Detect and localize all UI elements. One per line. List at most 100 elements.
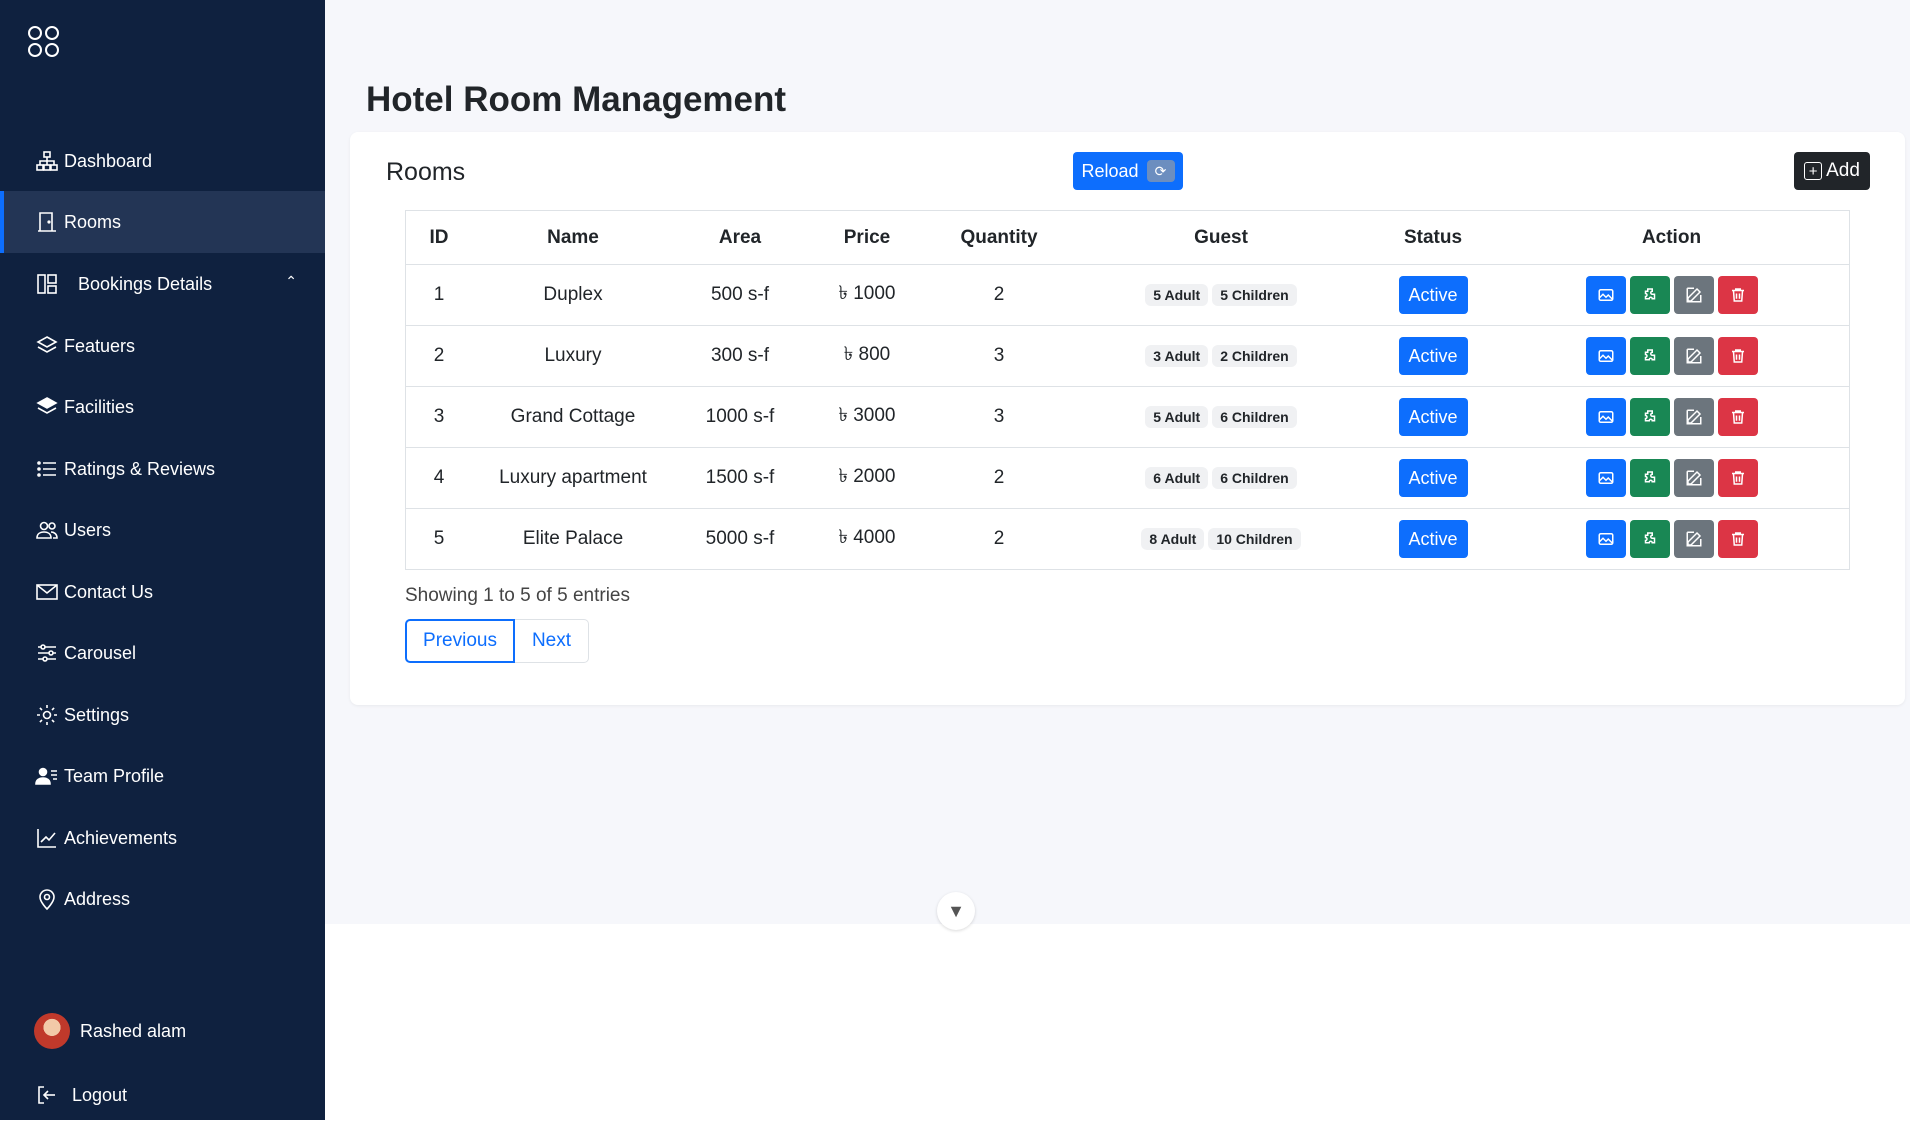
sidebar-item-achievements[interactable]: Achievements [0,807,325,869]
gear-icon [34,702,60,728]
room-actions [1494,447,1850,509]
sidebar-user-profile[interactable]: Rashed alam [0,1000,325,1062]
sidebar-item-users[interactable]: Users [0,499,325,561]
graph-up-icon [34,825,60,851]
sliders-icon [34,640,60,666]
layers-icon [34,333,60,359]
puzzle-button[interactable] [1629,276,1670,314]
status-toggle-button[interactable]: Active [1398,398,1468,436]
puzzle-button[interactable] [1629,520,1670,558]
add-room-button[interactable]: + Add [1794,152,1870,190]
trash-button[interactable] [1717,276,1758,314]
edit-button[interactable] [1673,459,1714,497]
room-area: 5000 s-f [674,508,806,570]
col-area: Area [674,210,806,265]
room-id: 2 [405,325,472,387]
sidebar-item-facilities[interactable]: Facilities [0,376,325,438]
reload-button[interactable]: Reload ⟳ [1073,152,1183,190]
edit-button[interactable] [1673,276,1714,314]
table-row: 1 Duplex 500 s-f ৳ 1000 2 5 Adult 5 Children Ac… [405,264,1850,326]
image-icon [1598,350,1613,362]
trash-icon [1731,349,1744,363]
sidebar-item-label: Featuers [64,335,136,356]
puzzle-button[interactable] [1629,398,1670,436]
image-icon [1598,533,1613,545]
table-row: 4 Luxury apartment 1500 s-f ৳ 2000 2 6 Adult 6… [405,447,1850,509]
sidebar-item-address[interactable]: Address [0,868,325,930]
layout-icon [34,271,60,297]
sidebar-item-label: Team Profile [64,765,165,786]
sidebar-item-team-profile[interactable]: Team Profile [0,745,325,807]
next-page-button[interactable]: Next [515,619,589,663]
trash-icon [1731,471,1744,485]
room-price: ৳ 800 [806,325,928,387]
trash-button[interactable] [1717,398,1758,436]
image-button[interactable] [1585,337,1626,375]
room-area: 500 s-f [674,264,806,326]
sidebar-item-dashboard[interactable]: Dashboard [0,130,325,192]
adult-badge: 5 Adult [1145,284,1209,306]
room-name: Grand Cottage [472,386,674,448]
image-button[interactable] [1585,398,1626,436]
sidebar-item-rooms[interactable]: Rooms [0,191,325,253]
layers-filled-icon [34,394,60,420]
room-id: 1 [405,264,472,326]
image-button[interactable] [1585,520,1626,558]
room-id: 3 [405,386,472,448]
chevron-up-icon[interactable]: ⌃ [285,273,297,290]
status-toggle-button[interactable]: Active [1398,337,1468,375]
room-guest: 6 Adult 6 Children [1070,447,1372,509]
room-name: Luxury apartment [472,447,674,509]
room-guest: 5 Adult 6 Children [1070,386,1372,448]
puzzle-icon [1644,532,1655,544]
room-status: Active [1372,386,1494,448]
edit-button[interactable] [1673,398,1714,436]
image-button[interactable] [1585,459,1626,497]
sidebar-item-ratings-reviews[interactable]: Ratings & Reviews [0,438,325,500]
sidebar-item-bookings-details[interactable]: Bookings Details ⌃ [0,253,325,315]
pagination: Previous Next [405,619,589,663]
room-status: Active [1372,264,1494,326]
edit-button[interactable] [1673,520,1714,558]
image-button[interactable] [1585,276,1626,314]
status-toggle-button[interactable]: Active [1398,520,1468,558]
puzzle-button[interactable] [1629,337,1670,375]
table-row: 3 Grand Cottage 1000 s-f ৳ 3000 3 5 Adult 6 Ch… [405,386,1850,448]
col-guest: Guest [1070,210,1372,265]
edit-button[interactable] [1673,337,1714,375]
room-price: ৳ 4000 [806,508,928,570]
sidebar-item-label: Rooms [64,211,122,232]
room-price: ৳ 3000 [806,386,928,448]
trash-button[interactable] [1717,520,1758,558]
puzzle-icon [1644,471,1655,483]
room-name: Duplex [472,264,674,326]
sidebar-item-label: Users [64,519,112,540]
puzzle-icon [1644,288,1655,300]
sidebar-item-settings[interactable]: Settings [0,684,325,746]
room-name: Luxury [472,325,674,387]
adult-badge: 5 Adult [1145,406,1209,428]
sidebar-item-label: Facilities [64,396,135,417]
adult-badge: 8 Adult [1141,528,1205,550]
user-name: Rashed alam [80,1020,187,1041]
sidebar-item-featuers[interactable]: Featuers [0,315,325,377]
table-row: 5 Elite Palace 5000 s-f ৳ 4000 2 8 Adult 10 Ch… [405,508,1850,570]
room-actions [1494,264,1850,326]
sidebar-item-contact-us[interactable]: Contact Us [0,561,325,623]
children-badge: 6 Children [1212,467,1297,489]
puzzle-button[interactable] [1629,459,1670,497]
edit-icon [1686,348,1701,364]
room-area: 300 s-f [674,325,806,387]
room-quantity: 2 [928,447,1070,509]
logout-button[interactable]: Logout [0,1064,325,1126]
sidebar: Dashboard Rooms Bookings Details ⌃ Featuers F… [0,0,325,1120]
sidebar-item-carousel[interactable]: Carousel [0,622,325,684]
status-toggle-button[interactable]: Active [1398,459,1468,497]
add-label: Add [1826,160,1860,181]
trash-button[interactable] [1717,459,1758,497]
chevron-down-icon[interactable]: ▼ [937,892,975,930]
previous-page-button[interactable]: Previous [405,619,515,663]
status-toggle-button[interactable]: Active [1398,276,1468,314]
trash-button[interactable] [1717,337,1758,375]
app-logo-icon[interactable] [28,26,62,60]
